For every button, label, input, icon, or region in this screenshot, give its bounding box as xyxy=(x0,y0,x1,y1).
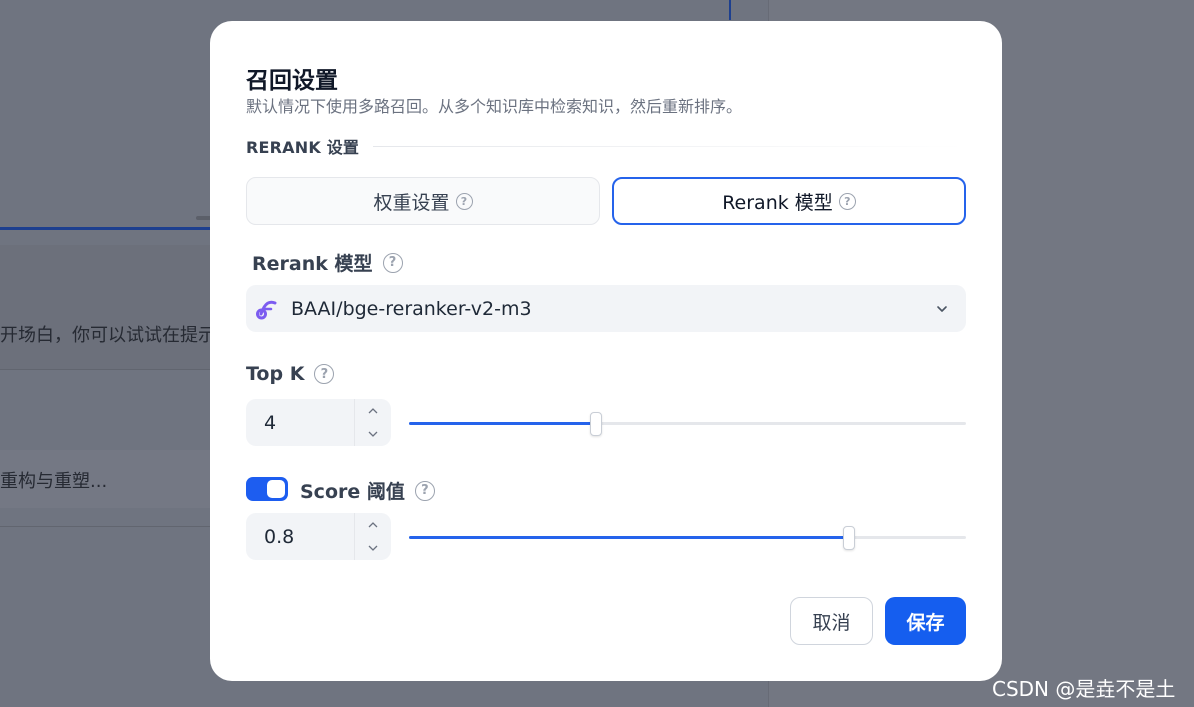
help-icon[interactable]: ? xyxy=(455,192,473,210)
help-icon[interactable]: ? xyxy=(414,480,435,501)
slider-fill xyxy=(409,422,596,425)
top-k-input[interactable]: 4 xyxy=(246,399,391,446)
model-provider-icon xyxy=(256,298,278,320)
score-threshold-value[interactable]: 0.8 xyxy=(246,513,354,560)
cancel-button[interactable]: 取消 xyxy=(790,597,873,645)
dialog-title: 召回设置 xyxy=(246,68,338,94)
slider-handle[interactable] xyxy=(843,526,856,550)
top-k-stepper[interactable] xyxy=(354,399,391,446)
decrement-icon[interactable] xyxy=(355,423,391,447)
top-k-label-text: Top K xyxy=(246,363,305,385)
help-icon[interactable]: ? xyxy=(314,364,335,384)
background-divider xyxy=(729,0,731,20)
background-active-tab-indicator xyxy=(0,227,215,230)
help-icon[interactable]: ? xyxy=(382,252,403,273)
score-threshold-field-label: Score 阈值 ? xyxy=(300,477,435,504)
dialog-subtitle: 默认情况下使用多路召回。从多个知识库中检索知识，然后重新排序。 xyxy=(246,97,743,116)
score-threshold-input[interactable]: 0.8 xyxy=(246,513,391,560)
background-row-text: 重构与重塑... xyxy=(0,471,108,492)
chevron-down-icon[interactable] xyxy=(934,301,950,317)
section-divider xyxy=(373,145,966,147)
background-card xyxy=(0,245,215,370)
decrement-icon[interactable] xyxy=(355,537,391,561)
csdn-watermark: CSDN @是垚不是土 xyxy=(992,677,1176,701)
rerank-model-value: BAAI/bge-reranker-v2-m3 xyxy=(291,297,532,320)
rerank-model-label-text: Rerank 模型 xyxy=(252,253,373,275)
top-k-field-label: Top K ? xyxy=(246,363,335,385)
score-threshold-stepper[interactable] xyxy=(354,513,391,560)
score-threshold-label-text: Score 阈值 xyxy=(300,481,405,503)
score-threshold-toggle[interactable] xyxy=(246,477,288,501)
retrieval-settings-dialog: 召回设置 默认情况下使用多路召回。从多个知识库中检索知识，然后重新排序。 RER… xyxy=(210,21,1002,681)
background-separator xyxy=(0,369,215,370)
save-button[interactable]: 保存 xyxy=(885,597,966,645)
background-opening-text: 开场白，你可以试试在提示 xyxy=(0,325,216,346)
rerank-model-option[interactable]: Rerank 模型 ? xyxy=(612,177,966,225)
increment-icon[interactable] xyxy=(355,399,391,423)
slider-handle[interactable] xyxy=(589,412,602,436)
rerank-section-header: RERANK 设置 xyxy=(246,134,966,158)
score-threshold-slider[interactable] xyxy=(409,526,966,550)
section-label: RERANK 设置 xyxy=(246,138,360,157)
top-k-value[interactable]: 4 xyxy=(246,399,354,446)
background-separator xyxy=(0,526,215,527)
increment-icon[interactable] xyxy=(355,513,391,537)
rerank-model-option-label: Rerank 模型 xyxy=(722,191,833,214)
slider-fill xyxy=(409,536,850,539)
weight-settings-label: 权重设置 xyxy=(373,191,450,214)
weight-settings-option[interactable]: 权重设置 ? xyxy=(246,177,600,225)
help-icon[interactable]: ? xyxy=(838,192,856,210)
toggle-knob xyxy=(267,480,285,498)
top-k-slider[interactable] xyxy=(409,412,966,436)
rerank-model-field-label: Rerank 模型 ? xyxy=(252,249,403,276)
rerank-model-select[interactable]: BAAI/bge-reranker-v2-m3 xyxy=(246,285,966,332)
